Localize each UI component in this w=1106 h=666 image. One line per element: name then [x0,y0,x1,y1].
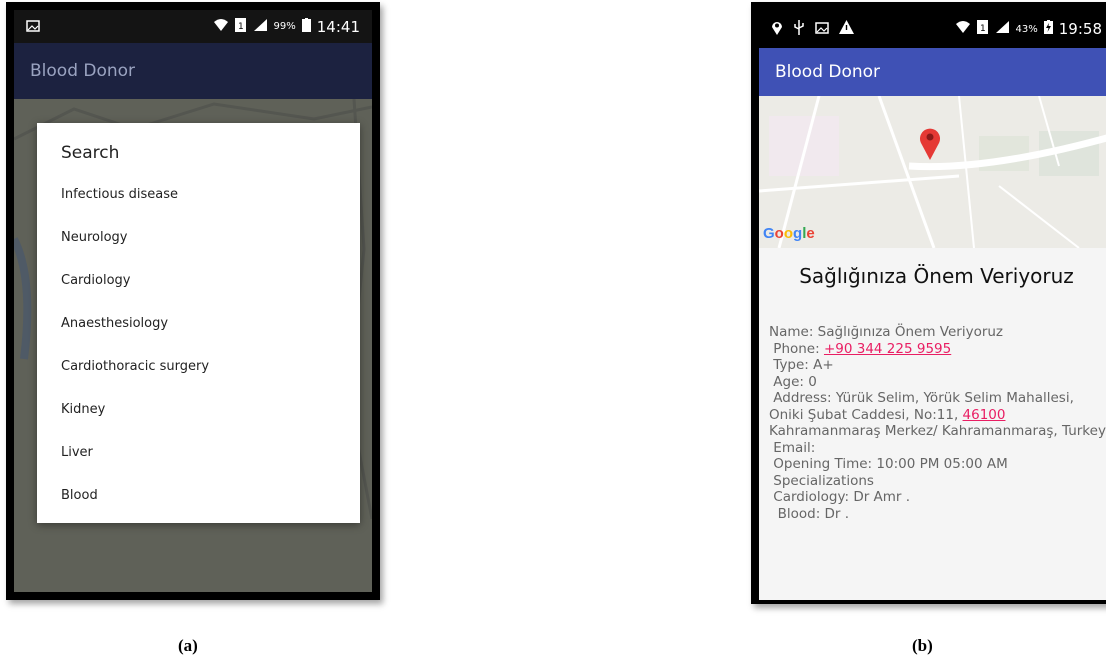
search-dialog: Search Infectious disease Neurology Card… [37,123,360,523]
detail-name: Name: Sağlığınıza Önem Veriyoruz [769,324,1106,341]
blood-text: Blood: Dr . [778,506,849,522]
status-bar: 1 99% 14:41 [14,10,372,43]
place-details: Name: Sağlığınıza Önem Veriyoruz Phone: … [769,324,1106,522]
phone-label: Phone: [773,341,819,357]
sim-icon: 1 [235,18,246,36]
map-pin-icon[interactable] [919,126,941,164]
signal-icon [994,20,1010,38]
address-suffix: Kahramanmaraş Merkez/ Kahramanmaraş, Tur… [769,423,1106,439]
detail-blood: Blood: Dr . [769,506,1106,523]
detail-phone: Phone: +90 344 225 9595 [769,341,1106,358]
svg-text:1: 1 [238,22,244,32]
list-item-infectious-disease[interactable]: Infectious disease [61,173,336,216]
detail-type: Type: A+ [769,357,1106,374]
dialog-title: Search [61,143,336,163]
detail-email: Email: [769,440,1106,457]
status-time: 14:41 [317,18,360,36]
battery-charging-icon [1044,20,1053,38]
detail-opening-time: Opening Time: 10:00 PM 05:00 AM [769,456,1106,473]
caption-a: (a) [178,636,198,656]
caption-b: (b) [912,636,933,656]
list-item-neurology[interactable]: Neurology [61,216,336,259]
detail-specializations: Specializations [769,473,1106,490]
list-item-liver[interactable]: Liver [61,431,336,474]
age-text: Age: 0 [773,374,817,390]
cardiology-text: Cardiology: Dr Amr . [773,489,910,505]
place-title: Sağlığınıza Önem Veriyoruz [759,264,1106,288]
opening-time-text: Opening Time: 10:00 PM 05:00 AM [773,456,1007,472]
status-bar: 1 43% 19:58 [759,10,1106,48]
list-item-kidney[interactable]: Kidney [61,388,336,431]
warning-icon [839,20,854,38]
list-item-anaesthesiology[interactable]: Anaesthesiology [61,302,336,345]
app-title: Blood Donor [775,62,880,82]
email-text: Email: [773,440,815,456]
wifi-icon [955,20,971,38]
wifi-icon [213,18,229,36]
location-icon [771,20,783,39]
phone-b-screen: 1 43% 19:58 Blood Donor [759,10,1106,600]
svg-text:1: 1 [980,24,986,34]
battery-percent: 99% [274,21,296,32]
detail-cardiology: Cardiology: Dr Amr . [769,489,1106,506]
phone-a: 1 99% 14:41 Blood Donor [6,2,380,600]
battery-icon [302,18,311,36]
sim-icon: 1 [977,20,988,38]
google-logo: Google [763,225,815,242]
detail-address: Address: Yürük Selim, Yörük Selim Mahall… [769,390,1106,440]
map-view[interactable]: Google [759,96,1106,248]
detail-age: Age: 0 [769,374,1106,391]
image-icon [26,18,40,36]
phone-a-screen: 1 99% 14:41 Blood Donor [14,10,372,592]
type-text: Type: A+ [773,357,833,373]
phone-link[interactable]: +90 344 225 9595 [824,341,951,357]
status-time: 19:58 [1059,20,1102,38]
signal-icon [252,18,268,36]
list-item-cardiology[interactable]: Cardiology [61,259,336,302]
list-item-cardiothoracic-surgery[interactable]: Cardiothoracic surgery [61,345,336,388]
phone-b: 1 43% 19:58 Blood Donor [751,2,1106,604]
image-icon [815,20,829,38]
app-title: Blood Donor [30,61,135,81]
address-prefix: Address: Yürük Selim, Yörük Selim Mahall… [769,390,1074,423]
battery-percent: 43% [1016,24,1038,35]
usb-icon [793,20,805,39]
app-bar: Blood Donor [14,43,372,99]
list-item-blood[interactable]: Blood [61,474,336,517]
specializations-text: Specializations [773,473,874,489]
app-bar: Blood Donor [759,48,1106,96]
postal-code-link[interactable]: 46100 [963,407,1006,423]
